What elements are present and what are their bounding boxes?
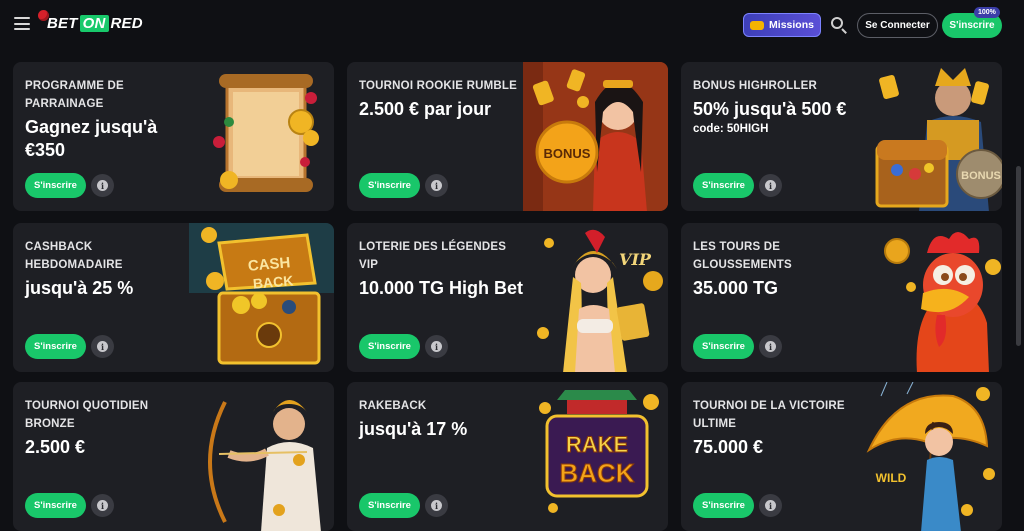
umbrella-girl-art: WILD	[857, 382, 1002, 531]
gamepad-icon	[750, 20, 765, 30]
info-icon: i	[765, 180, 776, 191]
promo-info-button[interactable]: i	[91, 174, 114, 197]
info-icon: i	[431, 341, 442, 352]
king-treasure-art: BONUS	[857, 62, 1002, 211]
promo-card[interactable]: RAKEBACK jusqu'à 17 % S'inscrire i RAKE BAC…	[347, 382, 668, 531]
missions-button[interactable]: Missions	[743, 13, 821, 37]
promo-headline: 50% jusqu'à 500 €	[693, 99, 847, 119]
rakeback-logo-art: RAKE BACK	[523, 382, 668, 531]
promo-card[interactable]: CASHBACK HEBDOMADAIRE jusqu'à 25 % S'inscr…	[13, 223, 334, 372]
back-text: BACK	[559, 458, 634, 488]
promo-signup-button[interactable]: S'inscrire	[25, 334, 86, 359]
promo-signup-button[interactable]: S'inscrire	[359, 173, 420, 198]
missions-label: Missions	[769, 19, 814, 31]
bonus-girl-art: BONUS	[523, 62, 668, 211]
wild-text: WILD	[876, 471, 907, 485]
promo-info-button[interactable]: i	[91, 335, 114, 358]
promo-info-button[interactable]: i	[425, 335, 448, 358]
promo-card[interactable]: TOURNOI DE LA VICTOIRE ULTIME 75.000 € S'i…	[681, 382, 1002, 531]
logo[interactable]: BET ON RED	[38, 10, 143, 36]
info-icon: i	[97, 341, 108, 352]
logo-text-on: ON	[79, 14, 109, 32]
promo-headline: jusqu'à 25 %	[25, 278, 134, 298]
search-icon[interactable]	[830, 16, 848, 34]
promo-headline: 35.000 TG	[693, 278, 779, 298]
promo-info-button[interactable]: i	[425, 494, 448, 517]
info-icon: i	[765, 341, 776, 352]
roulette-ball-icon	[38, 10, 49, 21]
info-icon: i	[765, 500, 776, 511]
archer-art	[189, 382, 334, 531]
promo-eyebrow: LES TOURS DE GLOUSSEMENTS	[693, 241, 792, 271]
page-scrollbar[interactable]	[1016, 166, 1021, 346]
login-button[interactable]: Se Connecter	[857, 13, 938, 38]
promo-eyebrow: PROGRAMME DE PARRAINAGE	[25, 80, 124, 110]
info-icon: i	[97, 500, 108, 511]
cashback-chest-art: CASH BACK	[189, 223, 334, 372]
promo-info-button[interactable]: i	[759, 174, 782, 197]
signup-bonus-badge: 100%	[974, 7, 1000, 18]
scroll-art	[189, 62, 334, 211]
promo-card[interactable]: LES TOURS DE GLOUSSEMENTS 35.000 TG S'insc…	[681, 223, 1002, 372]
promo-signup-button[interactable]: S'inscrire	[359, 493, 420, 518]
promo-signup-button[interactable]: S'inscrire	[359, 334, 420, 359]
rooster-art	[857, 223, 1002, 372]
promo-eyebrow: BONUS HIGHROLLER	[693, 80, 817, 92]
info-icon: i	[431, 500, 442, 511]
promo-info-button[interactable]: i	[759, 494, 782, 517]
menu-icon[interactable]	[14, 17, 30, 30]
logo-text-bet: BET	[47, 14, 78, 32]
vip-text: VIP	[619, 250, 652, 269]
promo-headline: 75.000 €	[693, 437, 764, 457]
promo-headline: 2.500 €	[25, 437, 86, 457]
logo-text-red: RED	[110, 14, 143, 32]
promo-card[interactable]: TOURNOI QUOTIDIEN BRONZE 2.500 € S'inscrir…	[13, 382, 334, 531]
promo-eyebrow: TOURNOI ROOKIE RUMBLE	[359, 80, 517, 92]
promo-headline: 2.500 € par jour	[359, 99, 492, 119]
promo-headline: jusqu'à 17 %	[359, 419, 468, 439]
rake-text: RAKE	[566, 432, 628, 457]
promo-card[interactable]: TOURNOI ROOKIE RUMBLE 2.500 € par jour S'i…	[347, 62, 668, 211]
promo-headline: 10.000 TG High Bet	[359, 278, 524, 298]
promo-eyebrow: TOURNOI DE LA VICTOIRE ULTIME	[693, 400, 845, 430]
promo-card[interactable]: BONUS HIGHROLLER 50% jusqu'à 500 € code: 5…	[681, 62, 1002, 211]
info-icon: i	[431, 180, 442, 191]
promo-code: code: 50HIGH	[693, 123, 769, 135]
promo-info-button[interactable]: i	[425, 174, 448, 197]
promo-signup-button[interactable]: S'inscrire	[693, 493, 754, 518]
bonus-coin-text: BONUS	[544, 146, 591, 161]
top-bar: BET ON RED Missions Se Connecter S'inscr…	[0, 0, 1024, 50]
promo-eyebrow: RAKEBACK	[359, 400, 427, 412]
promo-eyebrow: LOTERIE DES LÉGENDES VIP	[359, 241, 507, 271]
promo-signup-button[interactable]: S'inscrire	[693, 173, 754, 198]
bonus-coin-text: BONUS	[961, 170, 1001, 182]
promo-eyebrow: TOURNOI QUOTIDIEN BRONZE	[25, 400, 149, 430]
promo-signup-button[interactable]: S'inscrire	[25, 493, 86, 518]
promo-signup-button[interactable]: S'inscrire	[693, 334, 754, 359]
promo-info-button[interactable]: i	[91, 494, 114, 517]
info-icon: i	[97, 180, 108, 191]
promo-signup-button[interactable]: S'inscrire	[25, 173, 86, 198]
promo-info-button[interactable]: i	[759, 335, 782, 358]
promo-eyebrow: CASHBACK HEBDOMADAIRE	[25, 241, 123, 271]
vip-warrior-art: VIP	[523, 223, 668, 372]
promo-card[interactable]: PROGRAMME DE PARRAINAGE Gagnez jusqu'à €3…	[13, 62, 334, 211]
promo-headline: Gagnez jusqu'à €350	[25, 117, 158, 160]
promo-card[interactable]: LOTERIE DES LÉGENDES VIP 10.000 TG High B…	[347, 223, 668, 372]
